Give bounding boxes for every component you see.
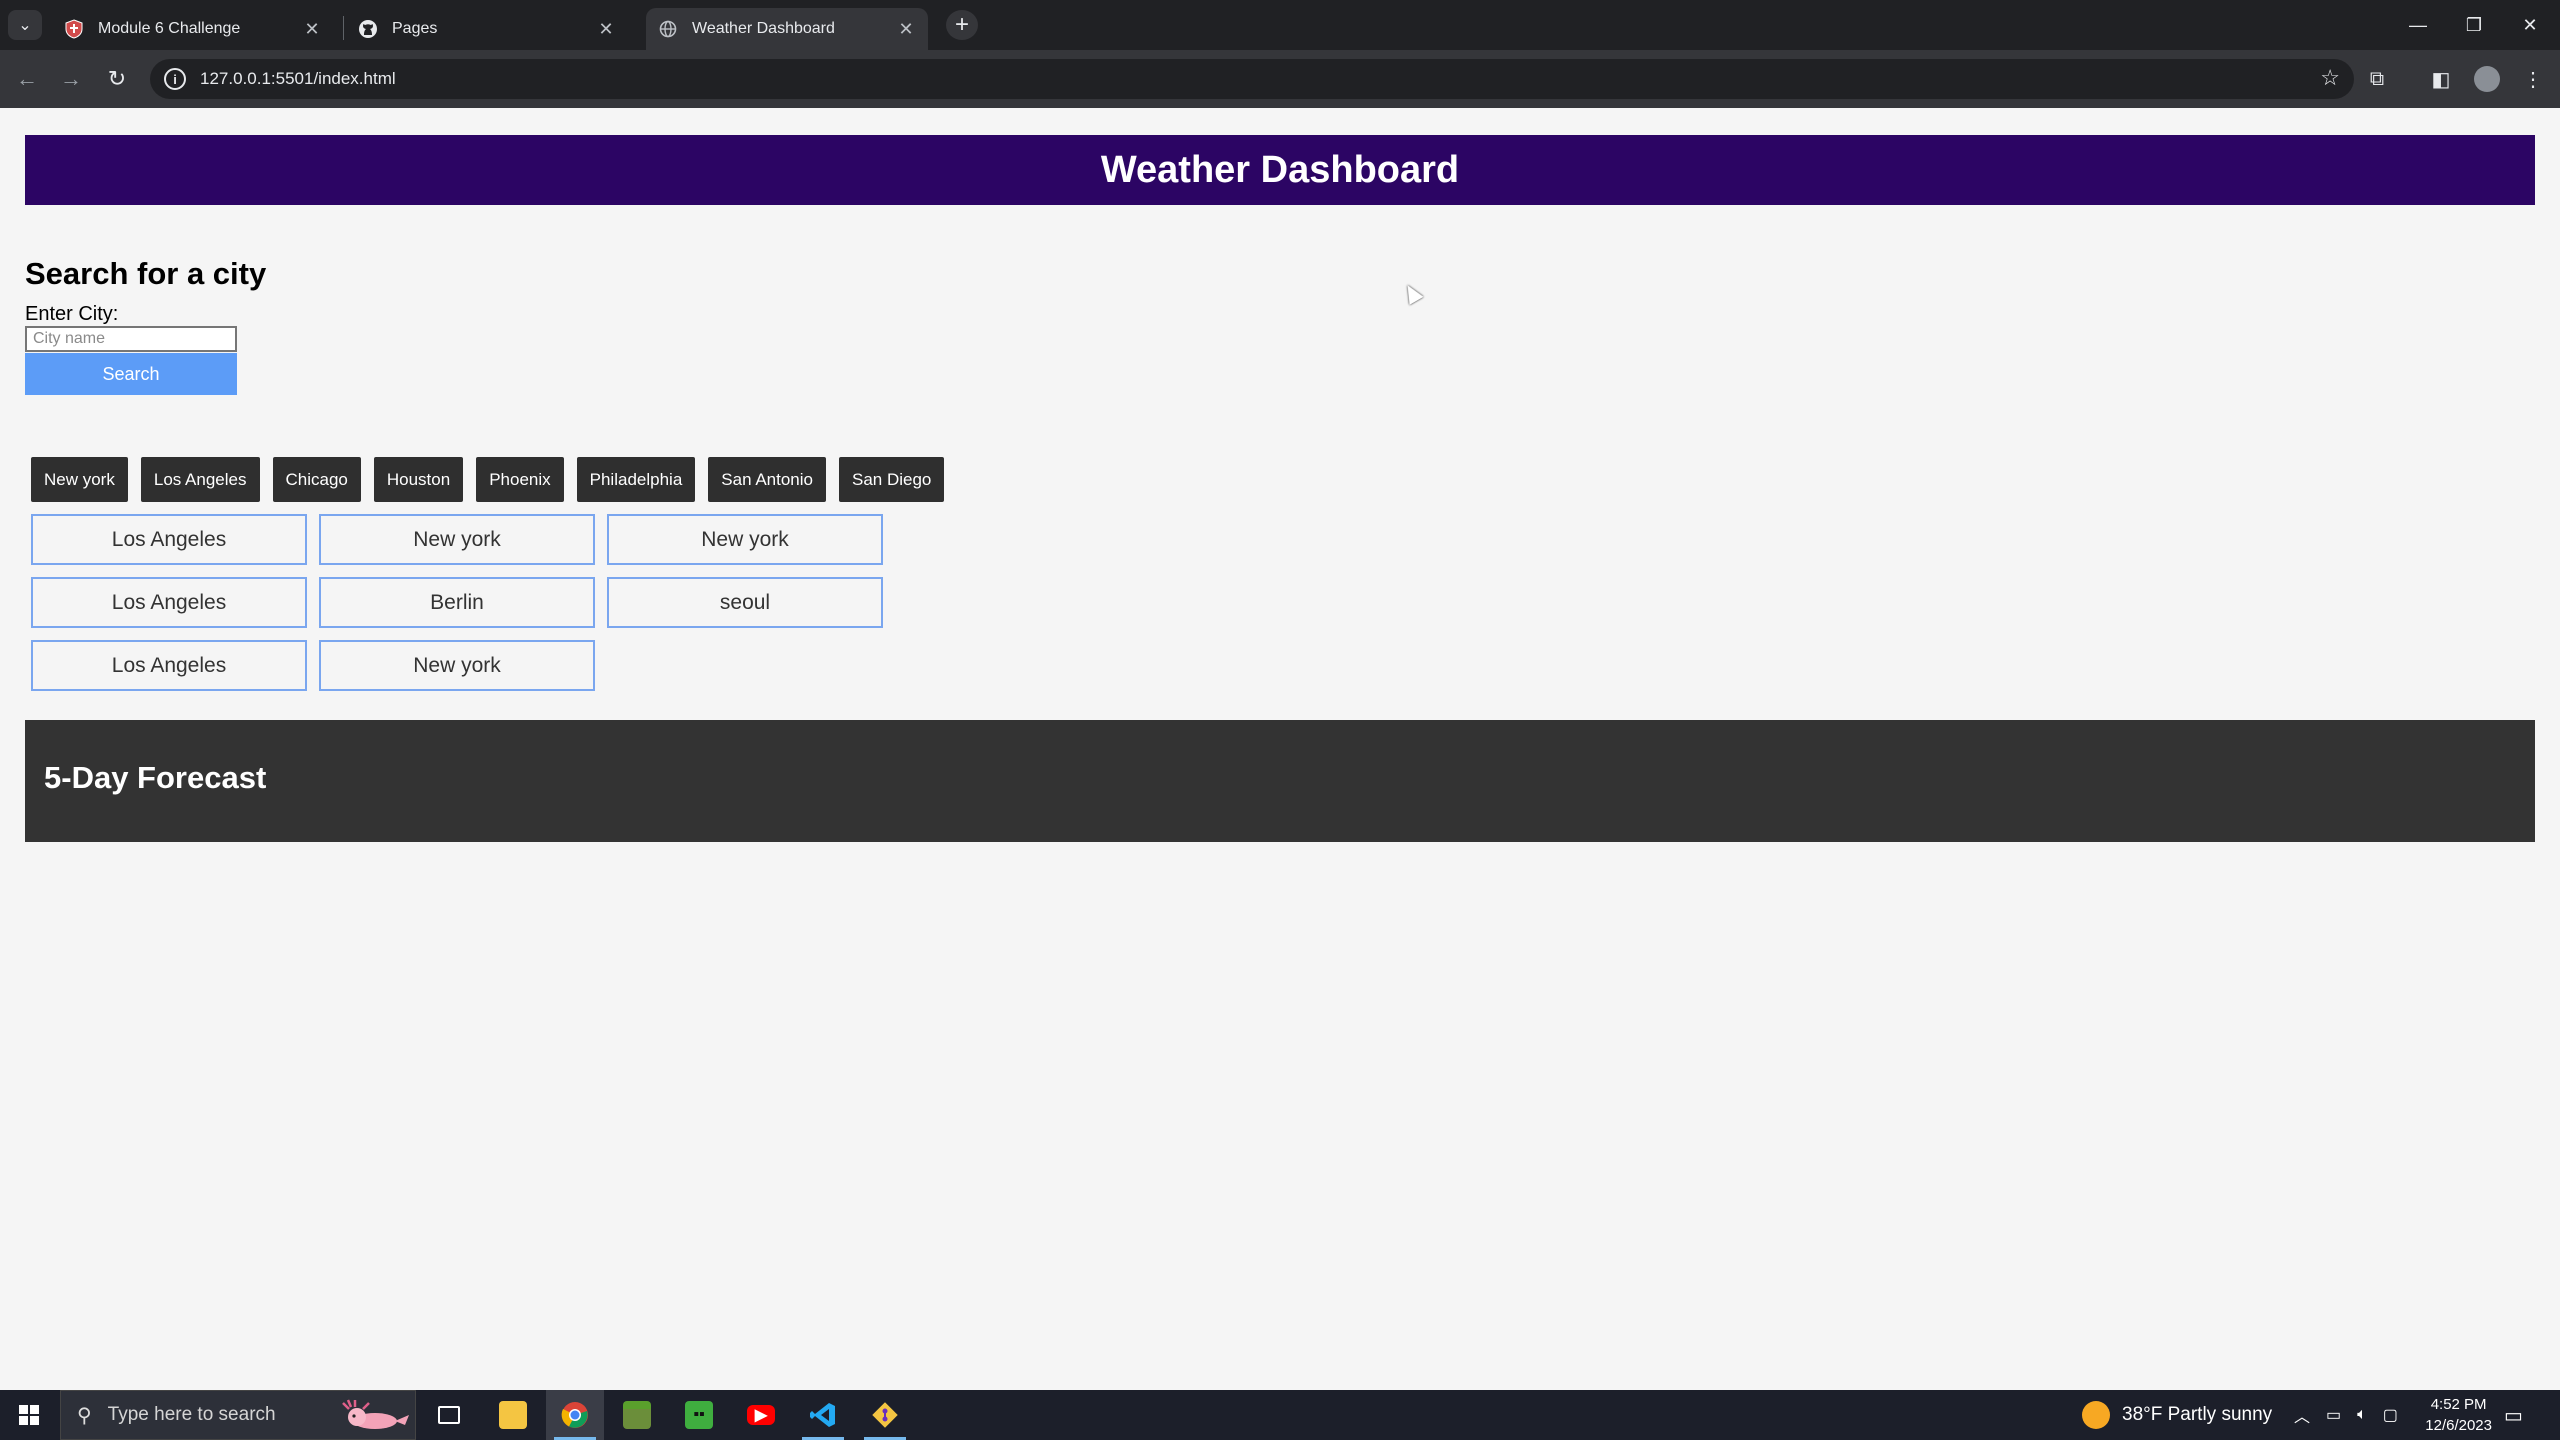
history-item[interactable]: New york bbox=[319, 640, 595, 691]
reload-icon[interactable]: ↻ bbox=[102, 64, 132, 94]
page-content: Weather Dashboard Search for a city Ente… bbox=[0, 108, 2560, 1390]
quick-city-buttons: New york Los Angeles Chicago Houston Pho… bbox=[31, 457, 945, 502]
task-view-icon[interactable] bbox=[420, 1390, 478, 1440]
weather-text: 38°F Partly sunny bbox=[2122, 1404, 2273, 1425]
taskbar: ⚲ Type here to search ▪▪ ▶ 38°F Partly s… bbox=[0, 1390, 2560, 1440]
tab-label: Weather Dashboard bbox=[692, 20, 835, 37]
axolotl-search-highlight-icon bbox=[342, 1399, 409, 1429]
window-close-icon[interactable]: ✕ bbox=[2502, 0, 2558, 50]
tab-divider bbox=[343, 16, 344, 40]
city-input[interactable] bbox=[25, 326, 237, 352]
system-tray: ︿ ▭ 🔈︎ ▢ bbox=[2294, 1390, 2398, 1440]
quick-city-button[interactable]: New york bbox=[31, 457, 128, 502]
github-icon bbox=[358, 19, 378, 39]
back-arrow-icon[interactable]: ← bbox=[12, 64, 42, 94]
weather-widget[interactable]: 38°F Partly sunny bbox=[2082, 1390, 2272, 1440]
extensions-puzzle-icon[interactable]: ⧉ bbox=[2362, 64, 2392, 94]
quick-city-button[interactable]: San Diego bbox=[838, 457, 945, 502]
close-icon[interactable]: ✕ bbox=[596, 19, 616, 40]
history-item[interactable]: New york bbox=[319, 514, 595, 565]
taskbar-search-box[interactable]: ⚲ Type here to search bbox=[60, 1390, 416, 1440]
youtube-icon[interactable]: ▶ bbox=[732, 1390, 790, 1440]
forward-arrow-icon[interactable]: → bbox=[56, 64, 86, 94]
search-icon: ⚲ bbox=[77, 1404, 92, 1427]
quick-city-button[interactable]: Philadelphia bbox=[576, 457, 696, 502]
tab-label: Pages bbox=[392, 20, 438, 37]
minimize-icon[interactable]: — bbox=[2390, 0, 2446, 50]
quick-city-button[interactable]: San Antonio bbox=[708, 457, 826, 502]
search-history: Los Angeles New york New york Los Angele… bbox=[31, 514, 883, 691]
url-text: 127.0.0.1:5501/index.html bbox=[200, 69, 396, 88]
history-item[interactable]: Los Angeles bbox=[31, 514, 307, 565]
search-button[interactable]: Search bbox=[25, 353, 237, 395]
browser-tab-strip: ⌄ Module 6 Challenge ✕ Pages ✕ Weather D… bbox=[0, 0, 2560, 50]
history-item[interactable]: Berlin bbox=[319, 577, 595, 628]
search-heading: Search for a city bbox=[25, 256, 267, 291]
tab-pages[interactable]: Pages ✕ bbox=[346, 8, 628, 50]
restore-icon[interactable]: ❐ bbox=[2446, 0, 2502, 50]
volume-icon[interactable]: 🔈︎ bbox=[2357, 1406, 2367, 1424]
chevron-up-icon[interactable]: ︿ bbox=[2294, 1403, 2310, 1427]
network-icon[interactable]: ▭ bbox=[2326, 1405, 2341, 1425]
forecast-title: 5-Day Forecast bbox=[44, 760, 267, 795]
vscode-icon[interactable] bbox=[794, 1390, 852, 1440]
close-icon[interactable]: ✕ bbox=[896, 19, 916, 40]
creeper-icon[interactable]: ▪▪ bbox=[670, 1390, 728, 1440]
page-header: Weather Dashboard bbox=[25, 135, 2535, 205]
quick-city-button[interactable]: Phoenix bbox=[476, 457, 564, 502]
tab-weather-dashboard[interactable]: Weather Dashboard ✕ bbox=[646, 8, 928, 50]
clock[interactable]: 4:52 PM 12/6/2023 bbox=[2425, 1394, 2492, 1436]
taskbar-search-placeholder: Type here to search bbox=[107, 1404, 276, 1425]
site-info-icon[interactable]: i bbox=[164, 68, 186, 90]
history-item[interactable]: Los Angeles bbox=[31, 640, 307, 691]
forecast-section: 5-Day Forecast bbox=[25, 720, 2535, 842]
display-icon[interactable]: ▢ bbox=[2383, 1405, 2398, 1425]
bookmark-star-icon[interactable]: ☆ bbox=[2320, 65, 2340, 91]
new-tab-plus-icon[interactable]: + bbox=[946, 10, 978, 40]
git-gui-icon[interactable] bbox=[856, 1390, 914, 1440]
side-panel-icon[interactable]: ◧ bbox=[2426, 64, 2456, 94]
windows-start-icon[interactable] bbox=[0, 1390, 58, 1440]
history-item[interactable]: New york bbox=[607, 514, 883, 565]
globe-icon bbox=[658, 19, 678, 39]
minecraft-block-icon[interactable] bbox=[608, 1390, 666, 1440]
notifications-icon[interactable]: ▭ bbox=[2504, 1390, 2523, 1440]
file-explorer-icon[interactable] bbox=[484, 1390, 542, 1440]
shield-icon bbox=[64, 19, 84, 39]
tab-module-6-challenge[interactable]: Module 6 Challenge ✕ bbox=[52, 8, 334, 50]
tab-search-chevron-down-icon[interactable]: ⌄ bbox=[8, 10, 42, 40]
page-title: Weather Dashboard bbox=[1100, 148, 1460, 191]
quick-city-button[interactable]: Houston bbox=[373, 457, 464, 502]
quick-city-button[interactable]: Chicago bbox=[272, 457, 361, 502]
address-bar[interactable]: i 127.0.0.1:5501/index.html ☆ bbox=[150, 59, 2354, 99]
quick-city-button[interactable]: Los Angeles bbox=[140, 457, 260, 502]
city-label: Enter City: bbox=[25, 303, 119, 325]
clock-date: 12/6/2023 bbox=[2425, 1417, 2492, 1434]
kebab-menu-icon[interactable]: ⋮ bbox=[2518, 64, 2548, 94]
clock-time: 4:52 PM bbox=[2430, 1396, 2487, 1413]
browser-toolbar: ← → ↻ i 127.0.0.1:5501/index.html ☆ ⧉ ◧ … bbox=[0, 50, 2560, 108]
history-item[interactable]: Los Angeles bbox=[31, 577, 307, 628]
close-icon[interactable]: ✕ bbox=[302, 19, 322, 40]
weather-sun-cloud-icon bbox=[2082, 1401, 2110, 1429]
profile-avatar[interactable] bbox=[2474, 66, 2500, 92]
tab-label: Module 6 Challenge bbox=[98, 20, 241, 37]
history-item[interactable]: seoul bbox=[607, 577, 883, 628]
chrome-icon[interactable] bbox=[546, 1390, 604, 1440]
